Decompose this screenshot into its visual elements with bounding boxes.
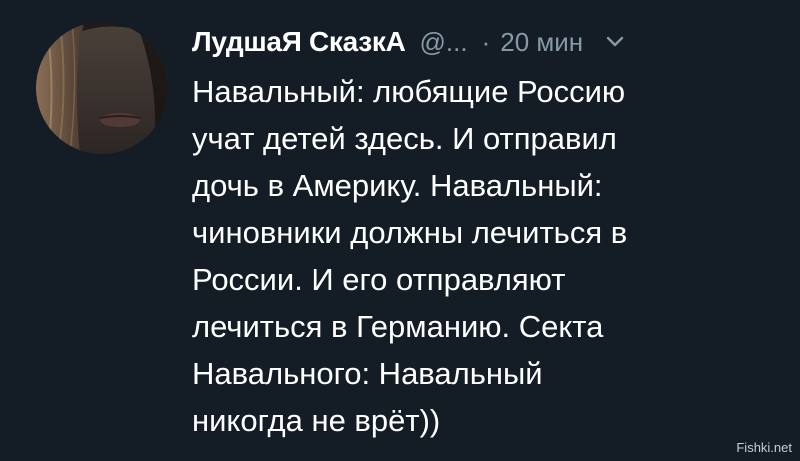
tweet-text: Навальный: любящие Россию учат детей зде… — [192, 68, 772, 444]
separator-dot: · — [481, 26, 491, 57]
tweet-text-line: России. И его отправляют — [192, 262, 566, 297]
tweet-text-line: учат детей здесь. И отправил — [192, 121, 617, 156]
tweet-text-line: дочь в Америку. Навальный: — [192, 168, 603, 203]
watermark: Fishki.net — [736, 440, 792, 455]
tweet-text-line: никогда не врёт)) — [192, 403, 441, 438]
user-handle[interactable]: @... — [420, 27, 468, 58]
tweet-header: ЛудшаЯ СказкА @... · 20 мин — [192, 22, 782, 62]
avatar[interactable] — [36, 22, 168, 154]
tweet-text-line: лечиться в Германию. Секта — [192, 309, 604, 344]
tweet-text-line: чиновники должны лечиться в — [192, 215, 628, 250]
avatar-image — [36, 22, 168, 154]
tweet-text-line: Навальный: любящие Россию — [192, 74, 626, 109]
tweet-text-line: Навального: Навальный — [192, 356, 543, 391]
timestamp[interactable]: 20 мин — [500, 27, 583, 58]
display-name[interactable]: ЛудшаЯ СказкА — [192, 26, 406, 58]
tweet-card: ЛудшаЯ СказкА @... · 20 мин Навальный: л… — [0, 0, 800, 461]
chevron-down-icon[interactable] — [605, 32, 625, 52]
